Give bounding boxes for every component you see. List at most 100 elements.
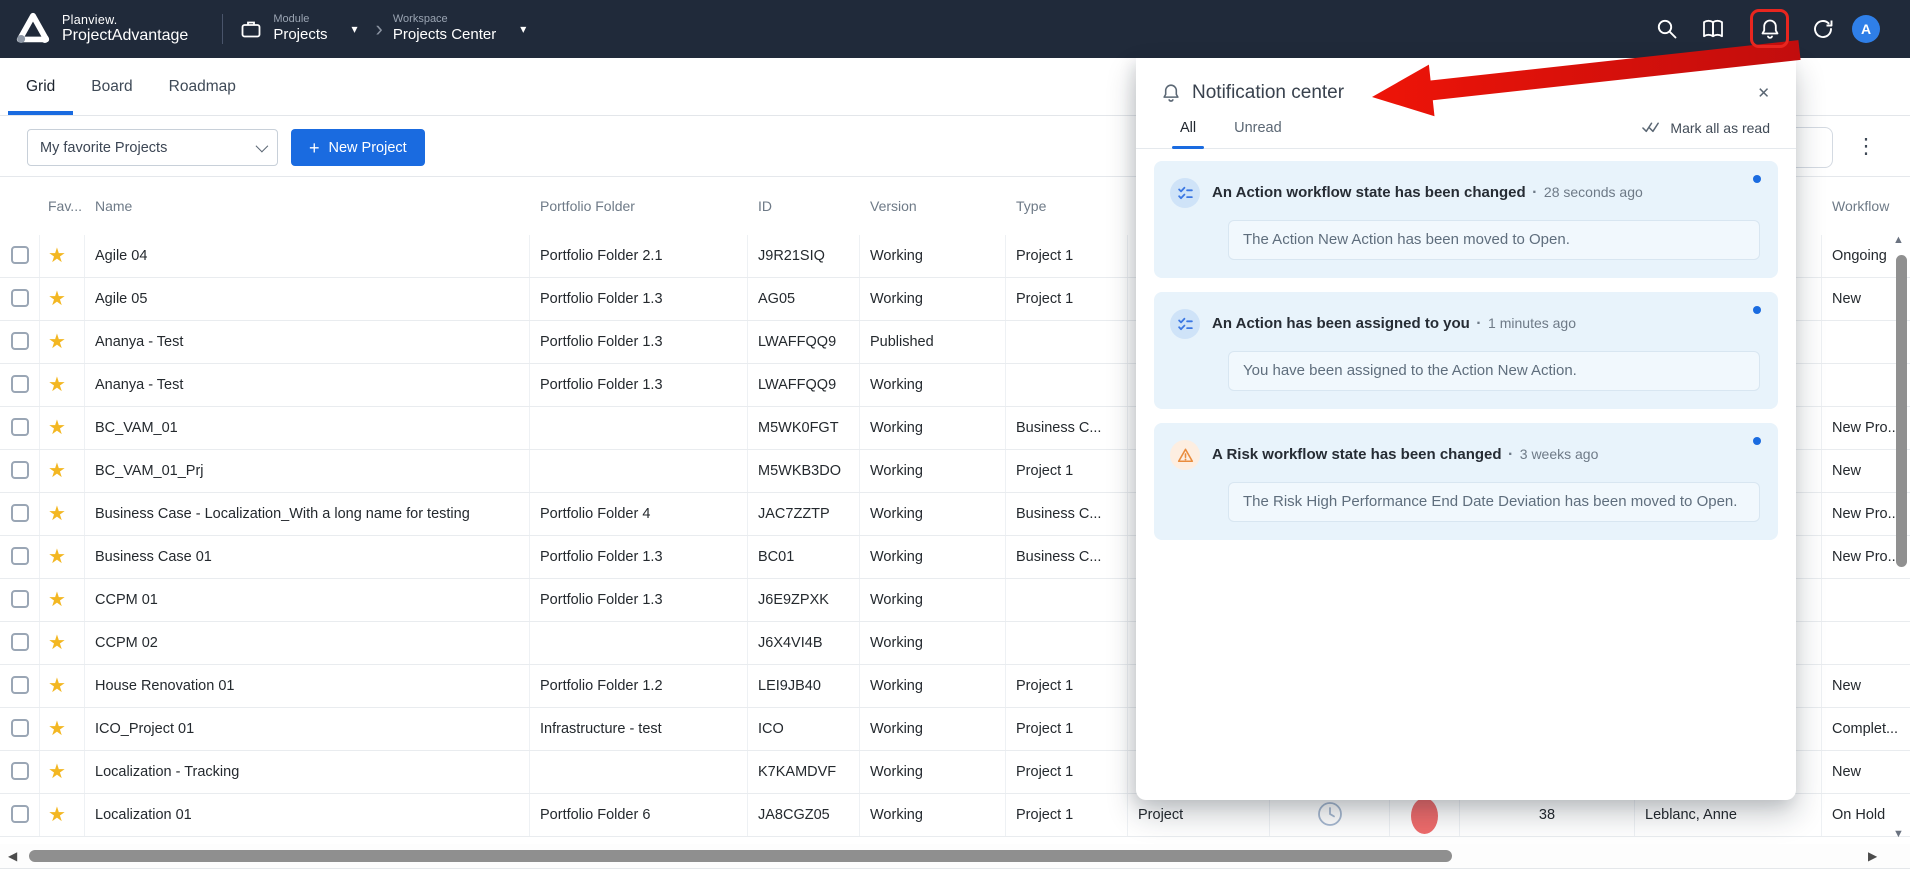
column-header-type[interactable]: Type <box>1006 177 1128 235</box>
row-checkbox[interactable] <box>11 805 29 823</box>
project-name: BC_VAM_01_Prj <box>85 450 530 492</box>
search-icon[interactable] <box>1655 17 1679 41</box>
project-name: CCPM 01 <box>85 579 530 621</box>
tab-unread[interactable]: Unread <box>1228 120 1288 148</box>
column-header-folder[interactable]: Portfolio Folder <box>530 177 748 235</box>
favorite-star-icon[interactable]: ★ <box>48 503 66 525</box>
horizontal-scroll-left-arrow[interactable]: ◀ <box>8 849 17 863</box>
favorite-star-icon[interactable]: ★ <box>48 460 66 482</box>
chevron-down-icon[interactable]: ▾ <box>352 22 358 36</box>
column-header-workflow[interactable]: Workflow <box>1822 177 1910 235</box>
mark-all-as-read-button[interactable]: Mark all as read <box>1642 120 1770 148</box>
help-book-icon[interactable] <box>1701 17 1725 41</box>
portfolio-folder: Portfolio Folder 1.3 <box>530 579 748 621</box>
vertical-scroll-up-arrow[interactable]: ▲ <box>1893 234 1904 246</box>
row-checkbox[interactable] <box>11 633 29 651</box>
user-avatar[interactable]: A <box>1852 15 1880 43</box>
row-select-cell <box>0 536 40 578</box>
row-checkbox[interactable] <box>11 719 29 737</box>
project-version: Working <box>860 579 1006 621</box>
notification-center-panel: Notification center ✕ All Unread Mark al… <box>1136 58 1796 800</box>
favorite-star-icon[interactable]: ★ <box>48 288 66 310</box>
module-switcher[interactable]: Module Projects ▾ <box>239 13 365 45</box>
horizontal-scroll-right-arrow[interactable]: ▶ <box>1868 849 1877 863</box>
close-icon[interactable]: ✕ <box>1757 84 1770 102</box>
notification-item[interactable]: An Action has been assigned to you · 1 m… <box>1154 292 1778 409</box>
unread-dot <box>1753 437 1761 445</box>
favorite-star-icon[interactable]: ★ <box>48 374 66 396</box>
favorites-filter-select[interactable]: My favorite Projects <box>27 129 278 166</box>
favorite-star-icon[interactable]: ★ <box>48 546 66 568</box>
project-id: BC01 <box>748 536 860 578</box>
module-label: Module <box>273 13 327 26</box>
column-header-name[interactable]: Name <box>85 177 530 235</box>
row-checkbox[interactable] <box>11 332 29 350</box>
portfolio-folder: Infrastructure - test <box>530 708 748 750</box>
vertical-scroll-down-arrow[interactable]: ▼ <box>1893 828 1904 840</box>
favorite-star-icon[interactable]: ★ <box>48 245 66 267</box>
table-row[interactable]: ★ Localization 01 Portfolio Folder 6 JA8… <box>0 794 1910 837</box>
favorite-star-icon[interactable]: ★ <box>48 675 66 697</box>
favorite-star-icon[interactable]: ★ <box>48 331 66 353</box>
portfolio-folder: Portfolio Folder 1.3 <box>530 278 748 320</box>
portfolio-folder <box>530 450 748 492</box>
favorite-star-icon[interactable]: ★ <box>48 804 66 826</box>
project-type: Project 1 <box>1006 751 1128 793</box>
row-checkbox[interactable] <box>11 418 29 436</box>
row-checkbox[interactable] <box>11 461 29 479</box>
horizontal-scrollbar: ◀ ▶ <box>0 844 1910 868</box>
notification-item[interactable]: An Action workflow state has been change… <box>1154 161 1778 278</box>
workflow-state <box>1822 579 1910 621</box>
workspace-switcher[interactable]: Workspace Projects Center ▾ <box>393 13 534 45</box>
workspace-value: Projects Center <box>393 26 496 45</box>
column-header-id[interactable]: ID <box>748 177 860 235</box>
notifications-bell-icon[interactable] <box>1758 17 1782 41</box>
project-name: Business Case 01 <box>85 536 530 578</box>
notification-time: 28 seconds ago <box>1544 184 1643 200</box>
tab-roadmap[interactable]: Roadmap <box>151 58 254 115</box>
project-name: Ananya - Test <box>85 321 530 363</box>
row-checkbox[interactable] <box>11 547 29 565</box>
new-project-button[interactable]: + New Project <box>291 129 425 166</box>
project-version: Working <box>860 493 1006 535</box>
vertical-scrollbar-thumb[interactable] <box>1896 255 1907 567</box>
row-checkbox[interactable] <box>11 590 29 608</box>
favorite-cell: ★ <box>40 751 85 793</box>
row-checkbox[interactable] <box>11 246 29 264</box>
chevron-down-icon[interactable]: ▾ <box>520 22 526 36</box>
favorite-star-icon[interactable]: ★ <box>48 761 66 783</box>
notification-item[interactable]: A Risk workflow state has been changed ·… <box>1154 423 1778 540</box>
row-checkbox[interactable] <box>11 504 29 522</box>
tab-all[interactable]: All <box>1174 120 1202 148</box>
favorite-cell: ★ <box>40 321 85 363</box>
row-checkbox[interactable] <box>11 762 29 780</box>
favorite-star-icon[interactable]: ★ <box>48 718 66 740</box>
tab-grid[interactable]: Grid <box>8 58 73 115</box>
project-version: Working <box>860 450 1006 492</box>
row-checkbox[interactable] <box>11 676 29 694</box>
refresh-icon[interactable] <box>1811 17 1835 41</box>
favorite-cell: ★ <box>40 407 85 449</box>
row-select-cell <box>0 751 40 793</box>
column-header-version[interactable]: Version <box>860 177 1006 235</box>
horizontal-scrollbar-thumb[interactable] <box>29 850 1452 862</box>
tab-board[interactable]: Board <box>73 58 150 115</box>
panel-tabs: All Unread Mark all as read <box>1136 120 1796 149</box>
favorite-star-icon[interactable]: ★ <box>48 589 66 611</box>
column-header-fav[interactable]: Fav... <box>40 177 85 235</box>
briefcase-icon <box>239 17 263 41</box>
favorite-cell: ★ <box>40 235 85 277</box>
favorite-cell: ★ <box>40 536 85 578</box>
row-select-cell <box>0 493 40 535</box>
plus-icon: + <box>309 139 320 157</box>
notification-title: An Action has been assigned to you <box>1212 315 1470 332</box>
project-type: Project 1 <box>1006 278 1128 320</box>
project-type: Project 1 <box>1006 665 1128 707</box>
favorite-star-icon[interactable]: ★ <box>48 632 66 654</box>
favorite-star-icon[interactable]: ★ <box>48 417 66 439</box>
row-checkbox[interactable] <box>11 289 29 307</box>
kebab-menu-icon[interactable]: ⋮ <box>1853 130 1879 164</box>
row-checkbox[interactable] <box>11 375 29 393</box>
project-version: Working <box>860 536 1006 578</box>
portfolio-folder: Portfolio Folder 6 <box>530 794 748 836</box>
